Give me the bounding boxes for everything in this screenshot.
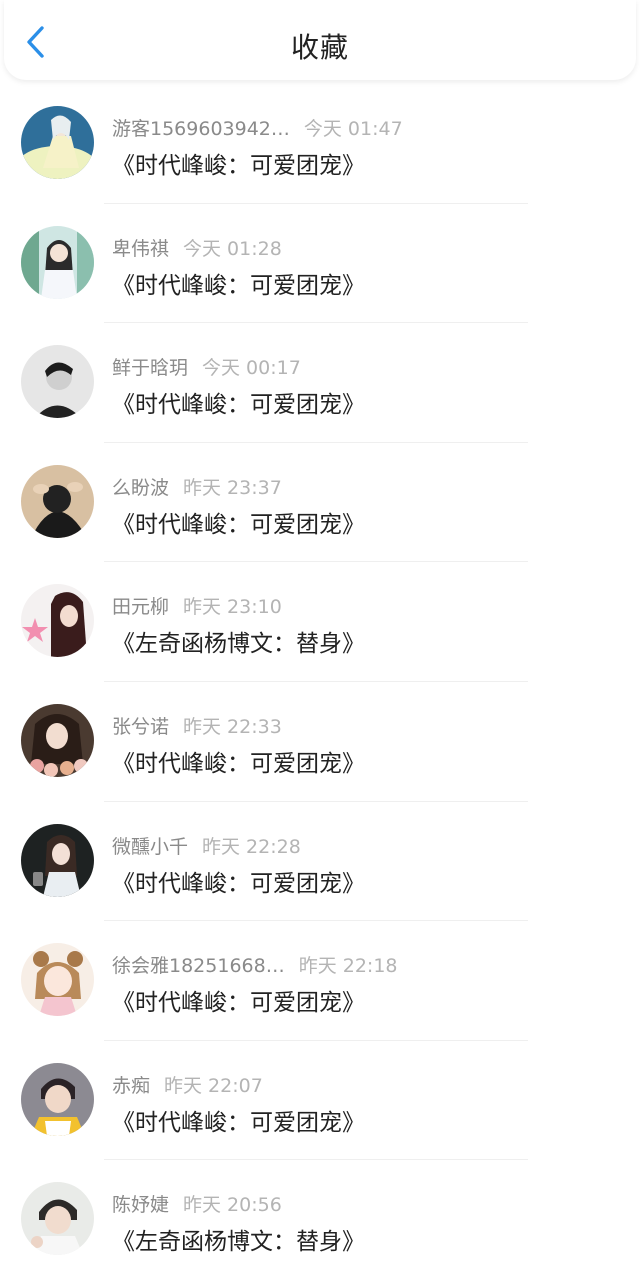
timestamp: 昨天 22:18	[298, 955, 398, 978]
list-item[interactable]: 鲜于晗玥 今天 00:17 《时代峰峻：可爱团宠》	[0, 323, 640, 443]
item-meta: 陈妤婕 昨天 20:56	[112, 1190, 282, 1217]
user-name: 卑伟祺	[112, 237, 170, 260]
user-name: 徐会雅18251668…	[112, 955, 285, 978]
avatar[interactable]	[21, 106, 94, 179]
favorites-page: 收藏 游客1569603942… 今天 01:47 《时代峰峻：可爱团宠》 卑伟…	[0, 0, 640, 1275]
item-meta: 微醺小千 昨天 22:28	[112, 832, 301, 859]
item-title: 《左奇函杨博文：替身》	[112, 1229, 365, 1256]
user-name: 陈妤婕	[112, 1194, 170, 1217]
item-title: 《时代峰峻：可爱团宠》	[112, 1109, 365, 1136]
user-name: 张兮诺	[112, 715, 170, 738]
timestamp: 昨天 20:56	[183, 1194, 282, 1217]
timestamp: 昨天 22:28	[202, 835, 301, 858]
list-item[interactable]: 田元柳 昨天 23:10 《左奇函杨博文：替身》	[0, 562, 640, 682]
item-meta: 赤痴 昨天 22:07	[112, 1071, 263, 1098]
item-title: 《时代峰峻：可爱团宠》	[112, 153, 365, 179]
item-meta: 田元柳 昨天 23:10	[112, 592, 282, 619]
list-item[interactable]: 徐会雅18251668… 昨天 22:18 《时代峰峻：可爱团宠》	[0, 921, 640, 1041]
list-item[interactable]: 微醺小千 昨天 22:28 《时代峰峻：可爱团宠》	[0, 802, 640, 922]
item-meta: 么盼波 昨天 23:37	[112, 473, 282, 500]
item-title: 《左奇函杨博文：替身》	[112, 631, 365, 658]
item-title: 《时代峰峻：可爱团宠》	[112, 392, 365, 419]
avatar[interactable]	[21, 584, 94, 658]
avatar[interactable]	[21, 225, 94, 299]
list-item[interactable]: 游客1569603942… 今天 01:47 《时代峰峻：可爱团宠》	[0, 84, 640, 204]
avatar[interactable]	[21, 1062, 94, 1136]
item-title: 《时代峰峻：可爱团宠》	[112, 750, 365, 777]
user-name: 鲜于晗玥	[112, 357, 189, 380]
list-item[interactable]: 陈妤婕 昨天 20:56 《左奇函杨博文：替身》	[0, 1160, 640, 1275]
timestamp: 昨天 22:33	[183, 715, 282, 738]
item-meta: 游客1569603942… 今天 01:47	[112, 114, 403, 141]
item-title: 《时代峰峻：可爱团宠》	[112, 272, 365, 299]
timestamp: 今天 00:17	[202, 357, 301, 380]
favorites-list: 游客1569603942… 今天 01:47 《时代峰峻：可爱团宠》 卑伟祺 今天 …	[0, 84, 640, 1275]
page-title: 收藏	[290, 31, 349, 64]
avatar[interactable]	[21, 345, 94, 419]
item-title: 《时代峰峻：可爱团宠》	[112, 511, 365, 538]
user-name: 微醺小千	[112, 835, 189, 858]
avatar[interactable]	[21, 823, 94, 897]
user-name: 游客1569603942…	[112, 118, 290, 140]
timestamp: 昨天 23:37	[183, 476, 282, 499]
avatar[interactable]	[21, 943, 94, 1017]
item-meta: 徐会雅18251668… 昨天 22:18	[112, 951, 398, 978]
list-item[interactable]: 么盼波 昨天 23:37 《时代峰峻：可爱团宠》	[0, 443, 640, 563]
item-meta: 张兮诺 昨天 22:33	[112, 712, 282, 739]
avatar[interactable]	[21, 1182, 94, 1256]
list-item[interactable]: 卑伟祺 今天 01:28 《时代峰峻：可爱团宠》	[0, 204, 640, 324]
user-name: 赤痴	[112, 1074, 151, 1097]
list-item[interactable]: 张兮诺 昨天 22:33 《时代峰峻：可爱团宠》	[0, 682, 640, 802]
timestamp: 今天 01:28	[183, 237, 282, 260]
timestamp: 今天 01:47	[303, 118, 403, 140]
header-bar: 收藏	[4, 0, 636, 80]
user-name: 么盼波	[112, 476, 170, 499]
item-title: 《时代峰峻：可爱团宠》	[112, 870, 365, 897]
avatar[interactable]	[21, 703, 94, 777]
timestamp: 昨天 23:10	[183, 596, 282, 619]
avatar[interactable]	[21, 464, 94, 538]
timestamp: 昨天 22:07	[164, 1074, 263, 1097]
list-item[interactable]: 赤痴 昨天 22:07 《时代峰峻：可爱团宠》	[0, 1041, 640, 1161]
item-meta: 卑伟祺 今天 01:28	[112, 234, 282, 261]
user-name: 田元柳	[112, 596, 170, 619]
item-title: 《时代峰峻：可爱团宠》	[112, 990, 365, 1017]
item-meta: 鲜于晗玥 今天 00:17	[112, 353, 301, 380]
